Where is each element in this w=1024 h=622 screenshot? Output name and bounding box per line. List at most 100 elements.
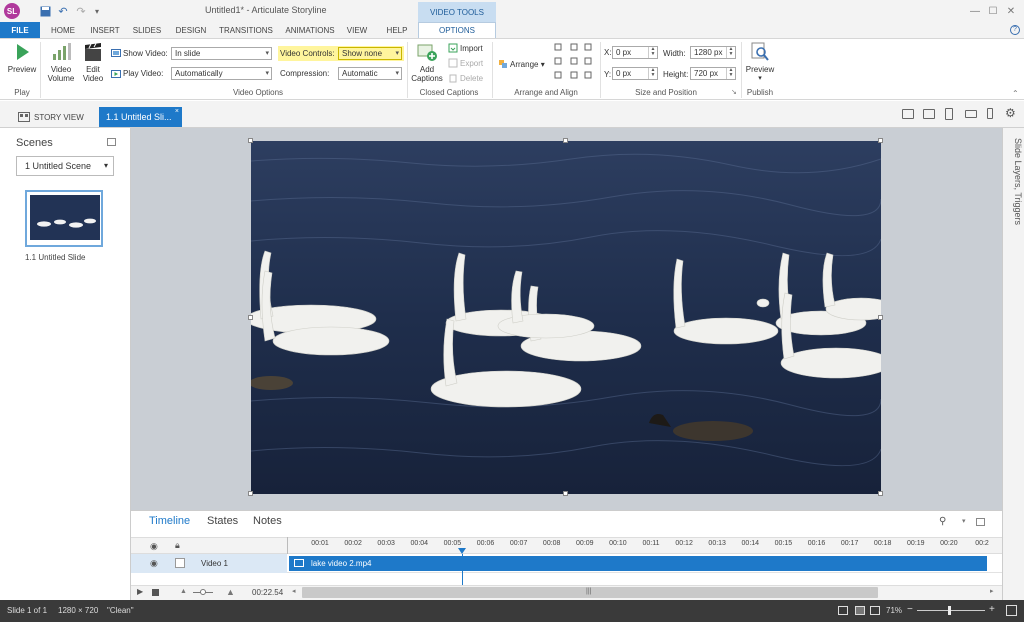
delete-button[interactable]: Delete bbox=[460, 74, 483, 83]
zoom-in-icon[interactable]: ▲ bbox=[226, 587, 235, 597]
resize-handle[interactable] bbox=[248, 138, 253, 143]
tab-home[interactable]: HOME bbox=[46, 22, 80, 38]
timeline-tick-label: 00:09 bbox=[576, 540, 594, 547]
play-icon[interactable]: ▶ bbox=[137, 587, 143, 596]
device-tablet-portrait-icon[interactable] bbox=[945, 108, 953, 120]
save-icon[interactable] bbox=[38, 4, 52, 18]
resize-handle[interactable] bbox=[563, 491, 568, 496]
lock-icon[interactable]: 🔒︎ bbox=[175, 540, 180, 551]
width-label: Width: bbox=[663, 49, 686, 58]
chevron-down-icon: ▾ bbox=[395, 50, 399, 57]
zoom-minus-icon[interactable]: − bbox=[907, 604, 913, 615]
scrollbar-grip-icon: ||| bbox=[586, 588, 592, 595]
gear-icon[interactable]: ⚙ bbox=[1005, 106, 1016, 120]
play-video-select[interactable]: Automatically ▾ bbox=[171, 67, 272, 80]
tab-timeline[interactable]: Timeline bbox=[149, 515, 190, 527]
timeline-tick-label: 00:07 bbox=[509, 540, 528, 547]
delete-icon bbox=[449, 74, 457, 83]
tab-view[interactable]: VIEW bbox=[344, 22, 370, 38]
height-input[interactable]: 720 px ▲ ▼ bbox=[690, 67, 736, 80]
tab-help[interactable]: HELP bbox=[384, 22, 410, 38]
export-button[interactable]: Export bbox=[460, 59, 483, 68]
resize-handle[interactable] bbox=[563, 138, 568, 143]
lock-checkbox[interactable] bbox=[175, 558, 185, 568]
close-icon[interactable]: ✕ bbox=[1004, 4, 1018, 18]
tab-animations[interactable]: ANIMATIONS bbox=[282, 22, 338, 38]
resize-handle[interactable] bbox=[248, 491, 253, 496]
resize-handle[interactable] bbox=[248, 315, 253, 320]
timeline-clip[interactable]: lake video 2.mp4 bbox=[289, 556, 987, 571]
tab-slide[interactable]: 1.1 Untitled Sli... × bbox=[99, 107, 182, 127]
zoom-slider-thumb[interactable] bbox=[948, 606, 951, 615]
add-captions-button[interactable]: Add Captions bbox=[408, 42, 446, 83]
tab-story-view[interactable]: STORY VIEW bbox=[18, 108, 84, 126]
resize-handle[interactable] bbox=[878, 138, 883, 143]
tab-slides[interactable]: SLIDES bbox=[130, 22, 164, 38]
show-video-icon bbox=[111, 49, 121, 57]
minimize-icon[interactable]: — bbox=[968, 4, 982, 18]
resize-handle[interactable] bbox=[878, 315, 883, 320]
panel-options-icon[interactable] bbox=[107, 138, 116, 146]
normal-view-icon[interactable] bbox=[838, 606, 848, 615]
slide-thumbnail[interactable] bbox=[25, 190, 103, 247]
eye-icon[interactable]: ◉ bbox=[150, 558, 158, 569]
tab-transitions[interactable]: TRANSITIONS bbox=[218, 22, 274, 38]
group-label-publish: Publish bbox=[746, 88, 774, 97]
add-captions-icon bbox=[417, 44, 437, 61]
help-icon[interactable]: ? bbox=[1010, 25, 1020, 35]
group-label-size-position: Size and Position bbox=[635, 88, 697, 97]
zoom-slider[interactable] bbox=[917, 610, 985, 611]
video-controls-select[interactable]: Show none ▾ bbox=[338, 47, 402, 60]
eye-icon[interactable]: ◉ bbox=[150, 541, 158, 552]
collapse-ribbon-icon[interactable]: ⌃ bbox=[1012, 89, 1019, 98]
tab-insert[interactable]: INSERT bbox=[88, 22, 122, 38]
video-volume-button[interactable]: Video Volume bbox=[44, 42, 78, 83]
arrange-button[interactable]: Arrange ▾ bbox=[510, 60, 545, 69]
device-phone-portrait-icon[interactable] bbox=[987, 108, 993, 119]
device-tablet-landscape-icon[interactable] bbox=[923, 109, 935, 119]
stop-icon[interactable] bbox=[152, 589, 159, 596]
align-buttons bbox=[553, 42, 593, 84]
width-input[interactable]: 1280 px ▲ ▼ bbox=[690, 46, 736, 59]
y-label: Y: bbox=[604, 70, 612, 79]
redo-icon[interactable]: ↷ bbox=[74, 4, 88, 18]
timeline-settings-icon[interactable]: ⚲ bbox=[939, 516, 946, 527]
close-icon[interactable]: × bbox=[175, 108, 179, 115]
video-controls-value: Show none bbox=[342, 49, 383, 58]
video-icon bbox=[294, 559, 304, 567]
customize-toolbar-icon[interactable]: ▾ bbox=[90, 4, 104, 18]
publish-preview-button[interactable]: Preview ▾ bbox=[744, 42, 776, 83]
video-object[interactable] bbox=[251, 141, 881, 494]
restore-icon[interactable]: ☐ bbox=[986, 4, 1000, 18]
tab-options[interactable]: OPTIONS bbox=[418, 22, 496, 38]
x-position-input[interactable]: 0 px ▲ ▼ bbox=[612, 46, 658, 59]
panel-options-icon[interactable] bbox=[976, 518, 985, 526]
tab-states[interactable]: States bbox=[207, 515, 238, 527]
chevron-down-icon[interactable]: ▾ bbox=[962, 517, 966, 525]
undo-icon[interactable]: ↶ bbox=[56, 4, 70, 18]
preview-button[interactable]: Preview bbox=[6, 42, 38, 74]
device-desktop-icon[interactable] bbox=[902, 109, 914, 119]
edit-video-button[interactable]: Edit Video bbox=[80, 42, 106, 83]
timeline-zoom-thumb[interactable] bbox=[200, 589, 206, 595]
compression-select[interactable]: Automatic ▾ bbox=[338, 67, 402, 80]
zoom-plus-icon[interactable]: + bbox=[989, 604, 995, 615]
tab-design[interactable]: DESIGN bbox=[172, 22, 210, 38]
scroll-left-icon[interactable]: ◂ bbox=[292, 587, 296, 595]
zoom-out-icon[interactable]: ▲ bbox=[180, 588, 187, 595]
fit-view-icon[interactable] bbox=[870, 606, 880, 615]
tab-file[interactable]: FILE bbox=[0, 22, 40, 38]
show-video-select[interactable]: In slide ▾ bbox=[171, 47, 272, 60]
y-position-input[interactable]: 0 px ▲ ▼ bbox=[612, 67, 658, 80]
slide-layers-triggers-label[interactable]: Slide Layers, Triggers bbox=[1003, 138, 1023, 258]
fit-window-icon[interactable] bbox=[1006, 605, 1017, 616]
resize-handle[interactable] bbox=[878, 491, 883, 496]
scroll-right-icon[interactable]: ▸ bbox=[990, 587, 994, 595]
dialog-launcher-icon[interactable]: ↘ bbox=[731, 88, 737, 96]
scene-select[interactable]: 1 Untitled Scene ▾ bbox=[16, 156, 114, 176]
timeline-tick-label: 00:12 bbox=[675, 540, 693, 547]
slide-sorter-icon[interactable] bbox=[855, 606, 865, 615]
device-phone-landscape-icon[interactable] bbox=[965, 110, 977, 118]
import-button[interactable]: Import bbox=[460, 44, 483, 53]
tab-notes[interactable]: Notes bbox=[253, 515, 282, 527]
